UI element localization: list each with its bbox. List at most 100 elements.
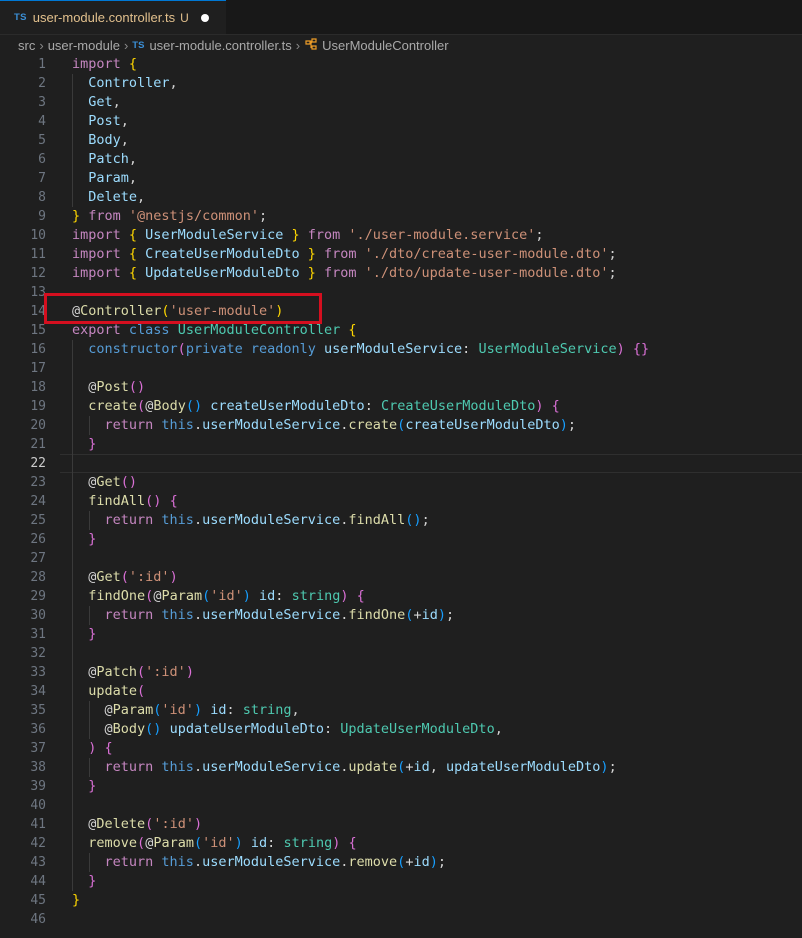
code-token: './dto/create-user-module.dto' bbox=[364, 246, 609, 262]
code-token: this bbox=[161, 417, 194, 433]
code-line[interactable]: 39 } bbox=[0, 777, 802, 796]
breadcrumb-item-folder[interactable]: user-module bbox=[48, 38, 120, 53]
code-line[interactable]: 12 import { UpdateUserModuleDto } from '.… bbox=[0, 264, 802, 283]
code-line[interactable]: 26 } bbox=[0, 530, 802, 549]
code-line[interactable]: 3 Get, bbox=[0, 93, 802, 112]
breadcrumb-item-file[interactable]: user-module.controller.ts bbox=[149, 38, 291, 53]
code-token: 'id' bbox=[202, 835, 235, 851]
code-line[interactable]: 1 import { bbox=[0, 55, 802, 74]
code-token: id bbox=[421, 607, 438, 623]
code-token: ) bbox=[185, 664, 194, 680]
code-line[interactable]: 9} from '@nestjs/common'; bbox=[0, 207, 802, 226]
code-token: { bbox=[104, 740, 113, 756]
code-line[interactable]: 11 import { CreateUserModuleDto } from '.… bbox=[0, 245, 802, 264]
code-line[interactable]: 42 remove(@Param('id') id: string) { bbox=[0, 834, 802, 853]
code-token: Body bbox=[112, 721, 146, 737]
code-text: return this.userModuleService.create(cre… bbox=[72, 416, 577, 435]
breadcrumb-item-src[interactable]: src bbox=[18, 38, 35, 53]
code-line[interactable]: 34 update( bbox=[0, 682, 802, 701]
tab-filename: user-module.controller.ts bbox=[32, 10, 176, 25]
code-line[interactable]: 10 import { UserModuleService } from './u… bbox=[0, 226, 802, 245]
code-token: @ bbox=[72, 702, 113, 718]
code-token: ) bbox=[193, 702, 203, 718]
line-number: 4 bbox=[38, 114, 46, 129]
class-symbol-icon bbox=[304, 37, 318, 54]
line-number: 23 bbox=[30, 475, 46, 490]
code-token: , bbox=[291, 702, 300, 718]
code-line[interactable]: 33 @Patch(':id') bbox=[0, 663, 802, 682]
code-token: import bbox=[72, 265, 129, 281]
code-token: @ bbox=[72, 474, 97, 490]
code-token: () bbox=[185, 398, 203, 414]
code-line[interactable]: 8 Delete, bbox=[0, 188, 802, 207]
code-token: Patch bbox=[72, 151, 129, 167]
code-token: readonly bbox=[250, 341, 324, 357]
code-line[interactable]: 36 @Body() updateUserModuleDto: UpdateUs… bbox=[0, 720, 802, 739]
code-line[interactable]: 24 findAll() { bbox=[0, 492, 802, 511]
code-token: return bbox=[104, 607, 162, 623]
code-editor[interactable]: 1 import {2 Controller, 3 Get, 4 Post, 5 Bod… bbox=[0, 55, 802, 938]
code-token: ( bbox=[137, 683, 146, 699]
code-token: id bbox=[413, 759, 430, 775]
unsaved-dot-icon[interactable] bbox=[200, 13, 209, 22]
line-number: 37 bbox=[30, 741, 46, 756]
code-line[interactable]: 32 bbox=[0, 644, 802, 663]
code-text: @Get() bbox=[72, 473, 137, 492]
code-text: @Param('id') id: string, bbox=[72, 701, 300, 720]
code-line[interactable]: 7 Param, bbox=[0, 169, 802, 188]
code-token: ':id' bbox=[128, 569, 170, 585]
code-token: : bbox=[267, 835, 284, 851]
code-line[interactable]: 45} bbox=[0, 891, 802, 910]
code-line[interactable]: 25 return this.userModuleService.findAll… bbox=[0, 511, 802, 530]
code-token: UserModuleService bbox=[478, 341, 617, 357]
code-line[interactable]: 30 return this.userModuleService.findOne… bbox=[0, 606, 802, 625]
code-line[interactable]: 5 Body, bbox=[0, 131, 802, 150]
code-line[interactable]: 4 Post, bbox=[0, 112, 802, 131]
code-token: ( bbox=[137, 835, 146, 851]
code-token: import bbox=[72, 227, 129, 243]
code-line[interactable]: 46 bbox=[0, 910, 802, 929]
code-line[interactable]: 43 return this.userModuleService.remove(… bbox=[0, 853, 802, 872]
code-text: Body, bbox=[72, 131, 129, 150]
code-line[interactable]: 29 findOne(@Param('id') id: string) { bbox=[0, 587, 802, 606]
code-token: Delete bbox=[72, 189, 138, 205]
code-line[interactable]: 28 @Get(':id') bbox=[0, 568, 802, 587]
code-line[interactable]: 16 constructor(private readonly userModu… bbox=[0, 340, 802, 359]
code-line[interactable]: 17 bbox=[0, 359, 802, 378]
code-token: } bbox=[299, 246, 316, 262]
code-token: update bbox=[88, 683, 138, 699]
code-line[interactable]: 18 @Post() bbox=[0, 378, 802, 397]
code-line[interactable]: 44 } bbox=[0, 872, 802, 891]
code-line[interactable]: 19 create(@Body() createUserModuleDto: C… bbox=[0, 397, 802, 416]
line-number: 6 bbox=[38, 152, 46, 167]
code-token: 'id' bbox=[161, 702, 194, 718]
code-text: return this.userModuleService.findAll(); bbox=[72, 511, 430, 530]
code-line[interactable]: 41 @Delete(':id') bbox=[0, 815, 802, 834]
code-line[interactable]: 40 bbox=[0, 796, 802, 815]
code-line[interactable]: 37 ) { bbox=[0, 739, 802, 758]
code-line[interactable]: 23 @Get() bbox=[0, 473, 802, 492]
code-token: UpdateUserModuleDto bbox=[145, 265, 300, 281]
code-token: } bbox=[88, 531, 97, 547]
code-line[interactable]: 31 } bbox=[0, 625, 802, 644]
code-line[interactable]: 2 Controller, bbox=[0, 74, 802, 93]
code-line[interactable]: 20 return this.userModuleService.create(… bbox=[0, 416, 802, 435]
breadcrumb-item-class[interactable]: UserModuleController bbox=[322, 38, 448, 53]
code-line[interactable]: 35 @Param('id') id: string, bbox=[0, 701, 802, 720]
code-line[interactable]: 6 Patch, bbox=[0, 150, 802, 169]
code-line[interactable]: 21 } bbox=[0, 435, 802, 454]
code-line[interactable]: 27 bbox=[0, 549, 802, 568]
code-token: () bbox=[405, 512, 422, 528]
code-line[interactable]: 38 return this.userModuleService.update(… bbox=[0, 758, 802, 777]
editor-tab[interactable]: TS user-module.controller.ts U bbox=[0, 0, 226, 34]
line-number: 25 bbox=[30, 513, 46, 528]
code-token: Param bbox=[72, 170, 129, 186]
line-number: 26 bbox=[30, 532, 46, 547]
code-line[interactable]: 22 bbox=[0, 454, 802, 473]
